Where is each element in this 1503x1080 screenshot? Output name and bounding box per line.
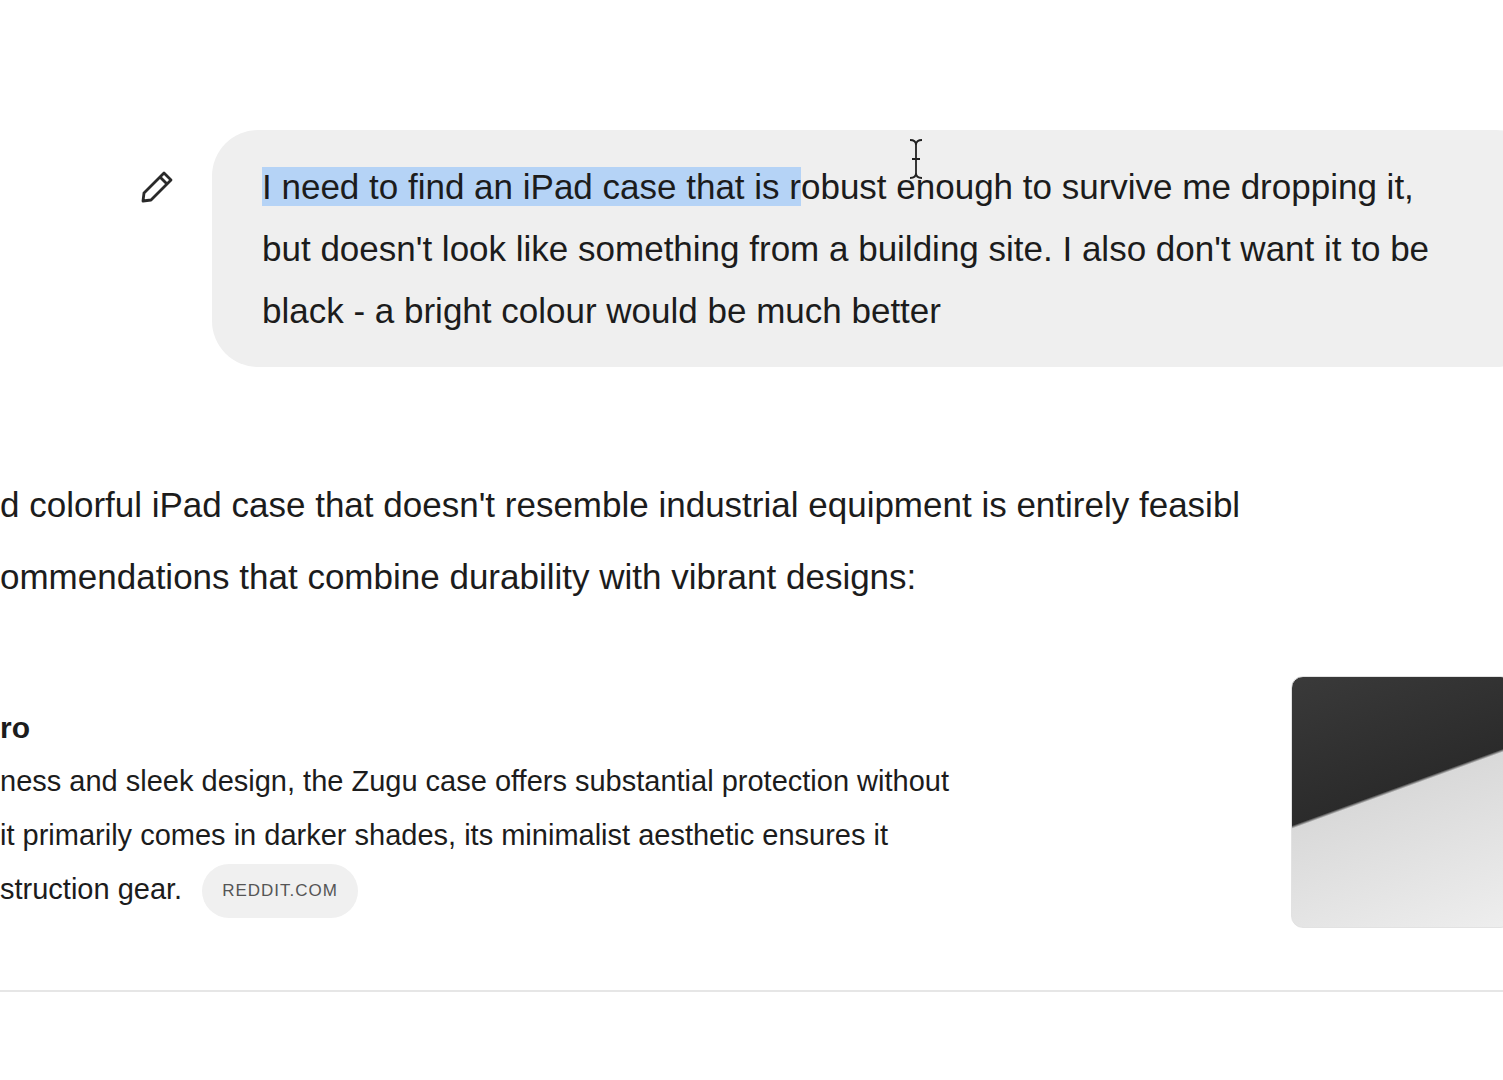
recommendation-title: ro xyxy=(0,708,949,748)
source-chip[interactable]: REDDIT.COM xyxy=(202,864,358,918)
divider xyxy=(0,990,1503,992)
response-text-line: ommendations that combine durability wit… xyxy=(0,541,1503,613)
recommendation-text-line: it primarily comes in darker shades, its… xyxy=(0,808,949,862)
pencil-icon[interactable] xyxy=(138,168,176,206)
chat-page: I need to find an iPad case that is robu… xyxy=(0,0,1503,1080)
product-image[interactable] xyxy=(1291,676,1503,928)
edit-button[interactable] xyxy=(138,168,176,206)
response-text-line: d colorful iPad case that doesn't resemb… xyxy=(0,469,1503,541)
user-message-bubble[interactable]: I need to find an iPad case that is robu… xyxy=(212,130,1503,367)
recommendation-body: ro ness and sleek design, the Zugu case o… xyxy=(0,676,949,918)
user-message-row: I need to find an iPad case that is robu… xyxy=(0,130,1503,367)
assistant-response: d colorful iPad case that doesn't resemb… xyxy=(0,469,1503,613)
user-message-text[interactable]: I need to find an iPad case that is robu… xyxy=(262,156,1462,342)
text-cursor-icon xyxy=(908,138,924,180)
recommendation-text-line: ness and sleek design, the Zugu case off… xyxy=(0,754,949,808)
recommendation-text-line: struction gear.REDDIT.COM xyxy=(0,862,949,918)
recommendation-card: ro ness and sleek design, the Zugu case o… xyxy=(0,676,1503,928)
selected-text[interactable]: I need to find an iPad case that is r xyxy=(262,167,801,206)
